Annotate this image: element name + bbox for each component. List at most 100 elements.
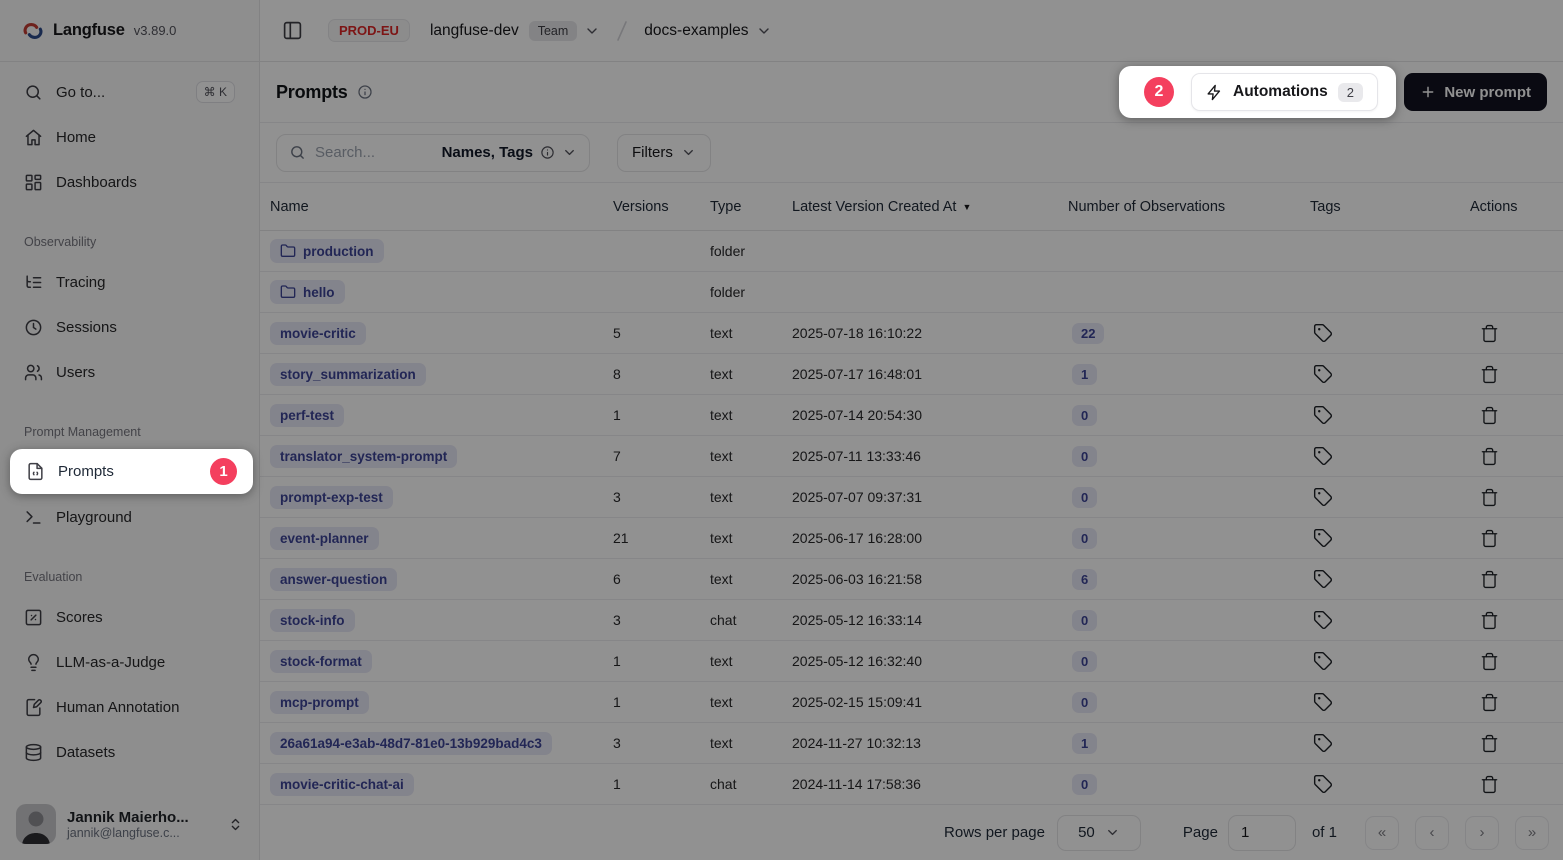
prompt-name-badge[interactable]: 26a61a94-e3ab-48d7-81e0-13b929bad4c3 (270, 732, 552, 755)
delete-button[interactable] (1476, 689, 1503, 716)
delete-button[interactable] (1476, 320, 1503, 347)
sidebar-item-playground[interactable]: Playground (12, 497, 247, 537)
first-page-button[interactable]: « (1365, 816, 1399, 850)
column-header-tags[interactable]: Tags (1310, 199, 1470, 215)
delete-button[interactable] (1476, 648, 1503, 675)
breadcrumb-project[interactable]: docs-examples (644, 22, 748, 40)
prompt-name-badge[interactable]: perf-test (270, 404, 344, 427)
column-header-versions[interactable]: Versions (613, 199, 710, 215)
delete-button[interactable] (1476, 730, 1503, 757)
environment-badge[interactable]: PROD-EU (328, 19, 410, 42)
sidebar-item-home[interactable]: Home (12, 117, 247, 157)
project-chevron-down-icon[interactable] (756, 23, 772, 39)
previous-page-button[interactable]: ‹ (1415, 816, 1449, 850)
add-tag-button[interactable] (1309, 770, 1337, 798)
search-input[interactable] (315, 144, 433, 161)
prompt-name-badge[interactable]: mcp-prompt (270, 691, 369, 714)
column-header-observations[interactable]: Number of Observations (1068, 199, 1310, 215)
add-tag-button[interactable] (1309, 360, 1337, 388)
last-page-button[interactable]: » (1515, 816, 1549, 850)
table-row[interactable]: movie-critic 5 text 2025-07-18 16:10:22 … (260, 313, 1563, 354)
prompt-name-badge[interactable]: answer-question (270, 568, 397, 591)
rows-per-page-select[interactable]: 50 (1057, 815, 1141, 851)
table-row[interactable]: answer-question 6 text 2025-06-03 16:21:… (260, 559, 1563, 600)
sidebar-item-dashboards[interactable]: Dashboards (12, 162, 247, 202)
breadcrumb-org[interactable]: langfuse-dev (430, 22, 519, 40)
table-row[interactable]: event-planner 21 text 2025-06-17 16:28:0… (260, 518, 1563, 559)
table-row[interactable]: production folder (260, 231, 1563, 272)
table-row[interactable]: mcp-prompt 1 text 2025-02-15 15:09:41 0 (260, 682, 1563, 723)
info-icon[interactable] (357, 84, 373, 100)
search-scope-button[interactable]: Names, Tags (442, 144, 577, 161)
prompt-name-badge[interactable]: stock-info (270, 609, 355, 632)
sidebar-item-llm-judge[interactable]: LLM-as-a-Judge (12, 642, 247, 682)
delete-button[interactable] (1476, 607, 1503, 634)
automations-button[interactable]: Automations 2 (1191, 73, 1378, 111)
observations-count-badge[interactable]: 0 (1072, 528, 1097, 549)
observations-count-badge[interactable]: 1 (1072, 733, 1097, 754)
delete-button[interactable] (1476, 484, 1503, 511)
next-page-button[interactable]: › (1465, 816, 1499, 850)
add-tag-button[interactable] (1309, 319, 1337, 347)
delete-button[interactable] (1476, 443, 1503, 470)
observations-count-badge[interactable]: 0 (1072, 692, 1097, 713)
prompt-name-badge[interactable]: production (270, 239, 384, 263)
table-row[interactable]: hello folder (260, 272, 1563, 313)
observations-count-badge[interactable]: 0 (1072, 774, 1097, 795)
sidebar-item-goto[interactable]: Go to... ⌘ K (12, 72, 247, 112)
sidebar-item-tracing[interactable]: Tracing (12, 262, 247, 302)
observations-count-badge[interactable]: 0 (1072, 446, 1097, 467)
sidebar-toggle-button[interactable] (278, 17, 306, 45)
spotlight-prompts-item[interactable]: Prompts 1 (10, 449, 253, 494)
observations-count-badge[interactable]: 22 (1072, 323, 1104, 344)
observations-count-badge[interactable]: 0 (1072, 651, 1097, 672)
sidebar-item-sessions[interactable]: Sessions (12, 307, 247, 347)
new-prompt-button[interactable]: New prompt (1404, 73, 1547, 111)
prompt-name-badge[interactable]: hello (270, 280, 345, 304)
table-row[interactable]: 26a61a94-e3ab-48d7-81e0-13b929bad4c3 3 t… (260, 723, 1563, 764)
observations-count-badge[interactable]: 0 (1072, 487, 1097, 508)
column-header-type[interactable]: Type (710, 199, 792, 215)
sidebar-item-human-annotation[interactable]: Human Annotation (12, 687, 247, 727)
observations-count-badge[interactable]: 0 (1072, 405, 1097, 426)
prompt-name-badge[interactable]: movie-critic (270, 322, 366, 345)
delete-button[interactable] (1476, 525, 1503, 552)
table-row[interactable]: prompt-exp-test 3 text 2025-07-07 09:37:… (260, 477, 1563, 518)
observations-count-badge[interactable]: 0 (1072, 610, 1097, 631)
page-number-input[interactable] (1228, 815, 1296, 851)
add-tag-button[interactable] (1309, 401, 1337, 429)
column-header-created-at[interactable]: Latest Version Created At▼ (792, 199, 1068, 215)
prompt-name-badge[interactable]: stock-format (270, 650, 372, 673)
table-row[interactable]: story_summarization 8 text 2025-07-17 16… (260, 354, 1563, 395)
delete-button[interactable] (1476, 566, 1503, 593)
search-box[interactable]: Names, Tags (276, 134, 590, 172)
add-tag-button[interactable] (1309, 483, 1337, 511)
delete-button[interactable] (1476, 402, 1503, 429)
table-row[interactable]: movie-critic-chat-ai 1 chat 2024-11-14 1… (260, 764, 1563, 805)
filters-button[interactable]: Filters (617, 134, 711, 172)
prompt-name-badge[interactable]: prompt-exp-test (270, 486, 393, 509)
user-menu[interactable]: Jannik Maierho... jannik@langfuse.c... (0, 788, 259, 860)
table-row[interactable]: stock-info 3 chat 2025-05-12 16:33:14 0 (260, 600, 1563, 641)
add-tag-button[interactable] (1309, 442, 1337, 470)
observations-count-badge[interactable]: 6 (1072, 569, 1097, 590)
add-tag-button[interactable] (1309, 606, 1337, 634)
add-tag-button[interactable] (1309, 729, 1337, 757)
sidebar-item-scores[interactable]: Scores (12, 597, 247, 637)
sidebar-item-datasets[interactable]: Datasets (12, 732, 247, 772)
prompt-name-badge[interactable]: event-planner (270, 527, 379, 550)
prompt-name-badge[interactable]: movie-critic-chat-ai (270, 773, 414, 796)
table-row[interactable]: translator_system-prompt 7 text 2025-07-… (260, 436, 1563, 477)
add-tag-button[interactable] (1309, 688, 1337, 716)
add-tag-button[interactable] (1309, 647, 1337, 675)
delete-button[interactable] (1476, 361, 1503, 388)
org-chevron-down-icon[interactable] (584, 23, 600, 39)
add-tag-button[interactable] (1309, 565, 1337, 593)
column-header-name[interactable]: Name (270, 199, 613, 215)
observations-count-badge[interactable]: 1 (1072, 364, 1097, 385)
table-row[interactable]: stock-format 1 text 2025-05-12 16:32:40 … (260, 641, 1563, 682)
table-row[interactable]: perf-test 1 text 2025-07-14 20:54:30 0 (260, 395, 1563, 436)
prompt-name-badge[interactable]: story_summarization (270, 363, 426, 386)
sidebar-item-users[interactable]: Users (12, 352, 247, 392)
add-tag-button[interactable] (1309, 524, 1337, 552)
